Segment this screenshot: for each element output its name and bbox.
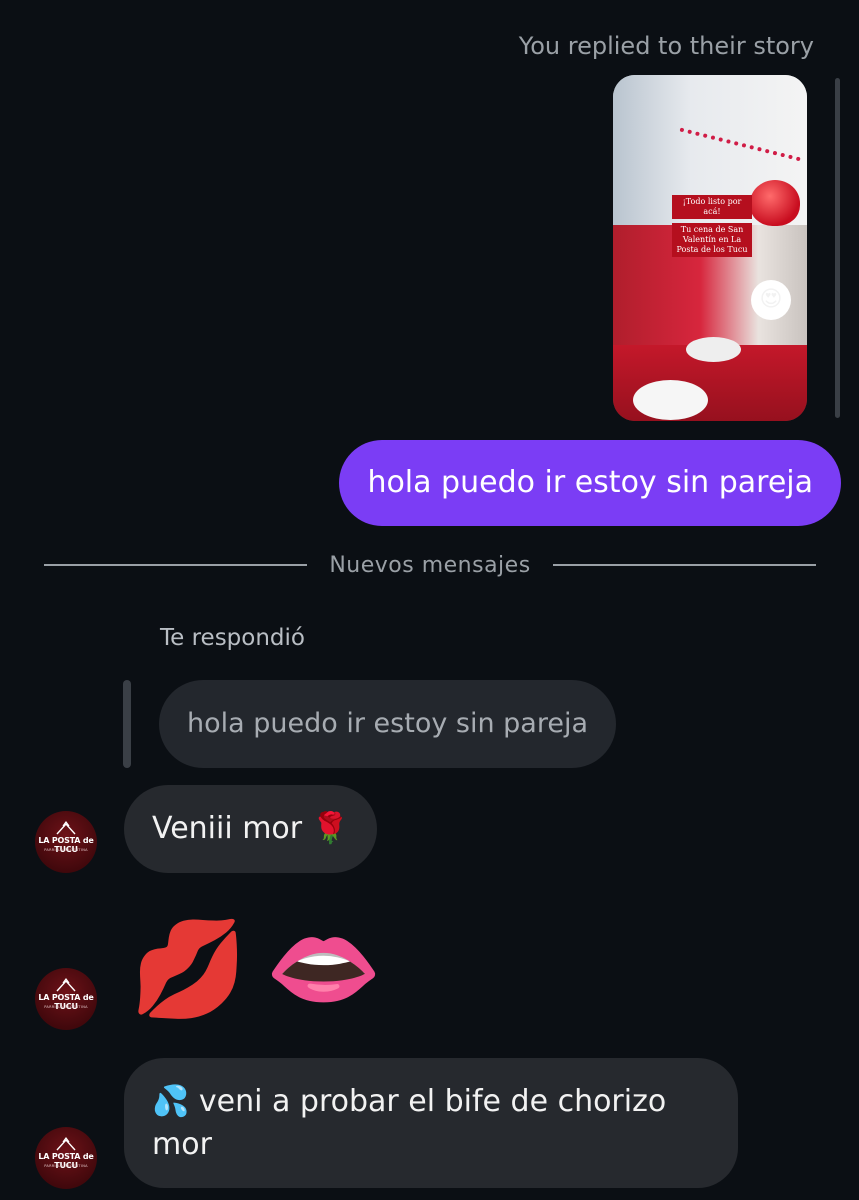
story-thumbnail[interactable]: ¡Todo listo por acá! Tu cena de San Vale…	[613, 75, 807, 421]
received-emoji-message[interactable]: 💋 👄	[130, 915, 400, 1025]
heart-eyes-reaction: 😍	[751, 280, 791, 320]
scrollbar[interactable]	[835, 78, 840, 418]
avatar-subtitle: PARRILLA ARGENTINA	[44, 848, 88, 852]
divider-line-right	[552, 564, 816, 566]
logo-crest-icon	[56, 1137, 76, 1151]
sent-message-bubble[interactable]: hola puedo ir estoy sin pareja	[339, 440, 841, 526]
quote-bar	[123, 680, 131, 768]
sender-avatar[interactable]: LA POSTA de TUCU PARRILLA ARGENTINA	[35, 811, 97, 873]
divider-line-left	[44, 564, 308, 566]
received-message-bubble[interactable]: 💦 veni a probar el bife de chorizo mor	[124, 1058, 738, 1188]
story-caption: ¡Todo listo por acá! Tu cena de San Vale…	[672, 195, 752, 261]
story-caption-line-1: ¡Todo listo por acá!	[672, 195, 752, 219]
heart-balloon	[750, 180, 800, 226]
avatar-subtitle: PARRILLA ARGENTINA	[44, 1164, 88, 1168]
divider-label: Nuevos mensajes	[329, 552, 531, 578]
story-caption-line-2: Tu cena de San Valentín en La Posta de l…	[672, 223, 752, 257]
received-message-bubble[interactable]: Veniii mor 🌹	[124, 785, 378, 873]
sender-avatar[interactable]: LA POSTA de TUCU PARRILLA ARGENTINA	[35, 1127, 97, 1189]
logo-crest-icon	[56, 978, 76, 992]
avatar-subtitle: PARRILLA ARGENTINA	[44, 1005, 88, 1009]
reply-label: Te respondió	[160, 625, 305, 651]
sender-avatar[interactable]: LA POSTA de TUCU PARRILLA ARGENTINA	[35, 968, 97, 1030]
logo-crest-icon	[56, 821, 76, 835]
mouth-icon: 👄	[265, 915, 383, 1024]
story-plate-back	[686, 337, 741, 362]
story-plate-front	[633, 380, 708, 420]
new-messages-divider: Nuevos mensajes	[44, 550, 816, 580]
kiss-mark-icon: 💋	[130, 915, 248, 1024]
quoted-message-bubble[interactable]: hola puedo ir estoy sin pareja	[159, 680, 617, 768]
story-reply-label: You replied to their story	[518, 32, 814, 60]
